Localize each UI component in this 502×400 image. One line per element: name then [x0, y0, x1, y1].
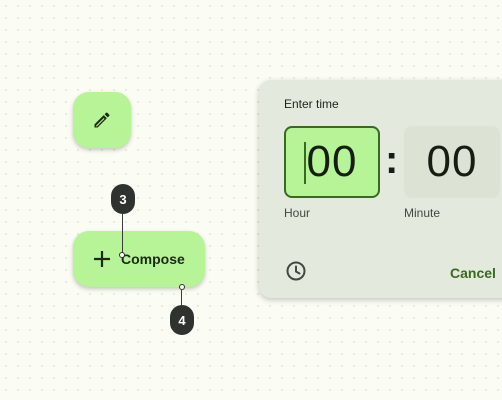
compose-fab-button[interactable]: Compose	[73, 231, 205, 287]
hour-input[interactable]: 00	[284, 126, 380, 198]
time-separator: :	[385, 138, 399, 182]
callout-leader-line-4	[181, 290, 182, 306]
minute-value: 00	[426, 137, 478, 186]
callout-badge-4: 4	[170, 305, 194, 335]
cancel-button[interactable]: Cancel	[450, 265, 496, 281]
hour-label: Hour	[284, 206, 311, 220]
callout-leader-line-3	[122, 213, 123, 254]
dialog-title: Enter time	[284, 97, 339, 111]
clock-icon[interactable]	[285, 260, 307, 282]
callout-anchor-dot-3	[119, 252, 125, 258]
callout-badge-3: 3	[111, 184, 135, 214]
compose-label: Compose	[121, 251, 185, 267]
plus-icon	[92, 249, 112, 269]
pencil-icon	[92, 110, 112, 130]
text-cursor	[304, 142, 306, 184]
callout-anchor-dot-4	[179, 284, 185, 290]
minute-label: Minute	[404, 206, 441, 220]
minute-input[interactable]: 00	[404, 126, 500, 198]
time-input-dialog: Enter time 00 : 00 Hour Minute Cancel	[259, 80, 502, 298]
edit-fab-button[interactable]	[73, 92, 131, 148]
hour-value: 00	[306, 137, 358, 186]
